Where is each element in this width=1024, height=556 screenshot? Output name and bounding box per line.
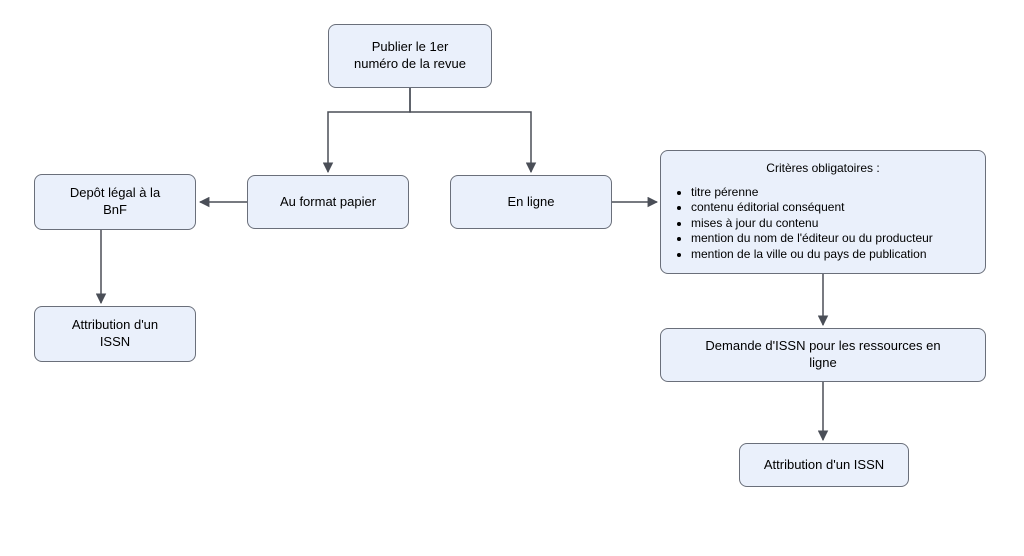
node-text: Depôt légal à la BnF [70, 185, 160, 219]
criteres-item: mises à jour du contenu [691, 216, 933, 232]
node-depot: Depôt légal à la BnF [34, 174, 196, 230]
node-text-line1: Attribution d'un [72, 317, 158, 332]
node-enligne: En ligne [450, 175, 612, 229]
node-attribution-2: Attribution d'un ISSN [739, 443, 909, 487]
node-start: Publier le 1er numéro de la revue [328, 24, 492, 88]
node-text: Attribution d'un ISSN [764, 457, 884, 474]
node-text: En ligne [508, 194, 555, 211]
criteres-list: titre pérenne contenu éditorial conséque… [675, 185, 933, 263]
node-text-line1: Demande d'ISSN pour les ressources en [705, 338, 940, 353]
node-text-line2: BnF [103, 202, 127, 217]
edge-start-papier [328, 88, 410, 172]
node-demande: Demande d'ISSN pour les ressources en li… [660, 328, 986, 382]
node-text-line1: Depôt légal à la [70, 185, 160, 200]
node-text-line2: ISSN [100, 334, 130, 349]
node-text: Attribution d'un ISSN [72, 317, 158, 351]
node-papier: Au format papier [247, 175, 409, 229]
node-text: Demande d'ISSN pour les ressources en li… [705, 338, 940, 372]
criteres-item: mention de la ville ou du pays de public… [691, 247, 933, 263]
criteres-item: contenu éditorial conséquent [691, 200, 933, 216]
edge-start-enligne [410, 88, 531, 172]
node-attribution-1: Attribution d'un ISSN [34, 306, 196, 362]
node-text-line2: ligne [809, 355, 836, 370]
node-text: Publier le 1er numéro de la revue [354, 39, 466, 73]
criteres-item: mention du nom de l'éditeur ou du produc… [691, 231, 933, 247]
node-text: Au format papier [280, 194, 376, 211]
criteres-item: titre pérenne [691, 185, 933, 201]
node-text-line1: Publier le 1er [372, 39, 449, 54]
node-criteres: Critères obligatoires : titre pérenne co… [660, 150, 986, 274]
criteres-heading: Critères obligatoires : [766, 161, 879, 177]
node-text-line2: numéro de la revue [354, 56, 466, 71]
